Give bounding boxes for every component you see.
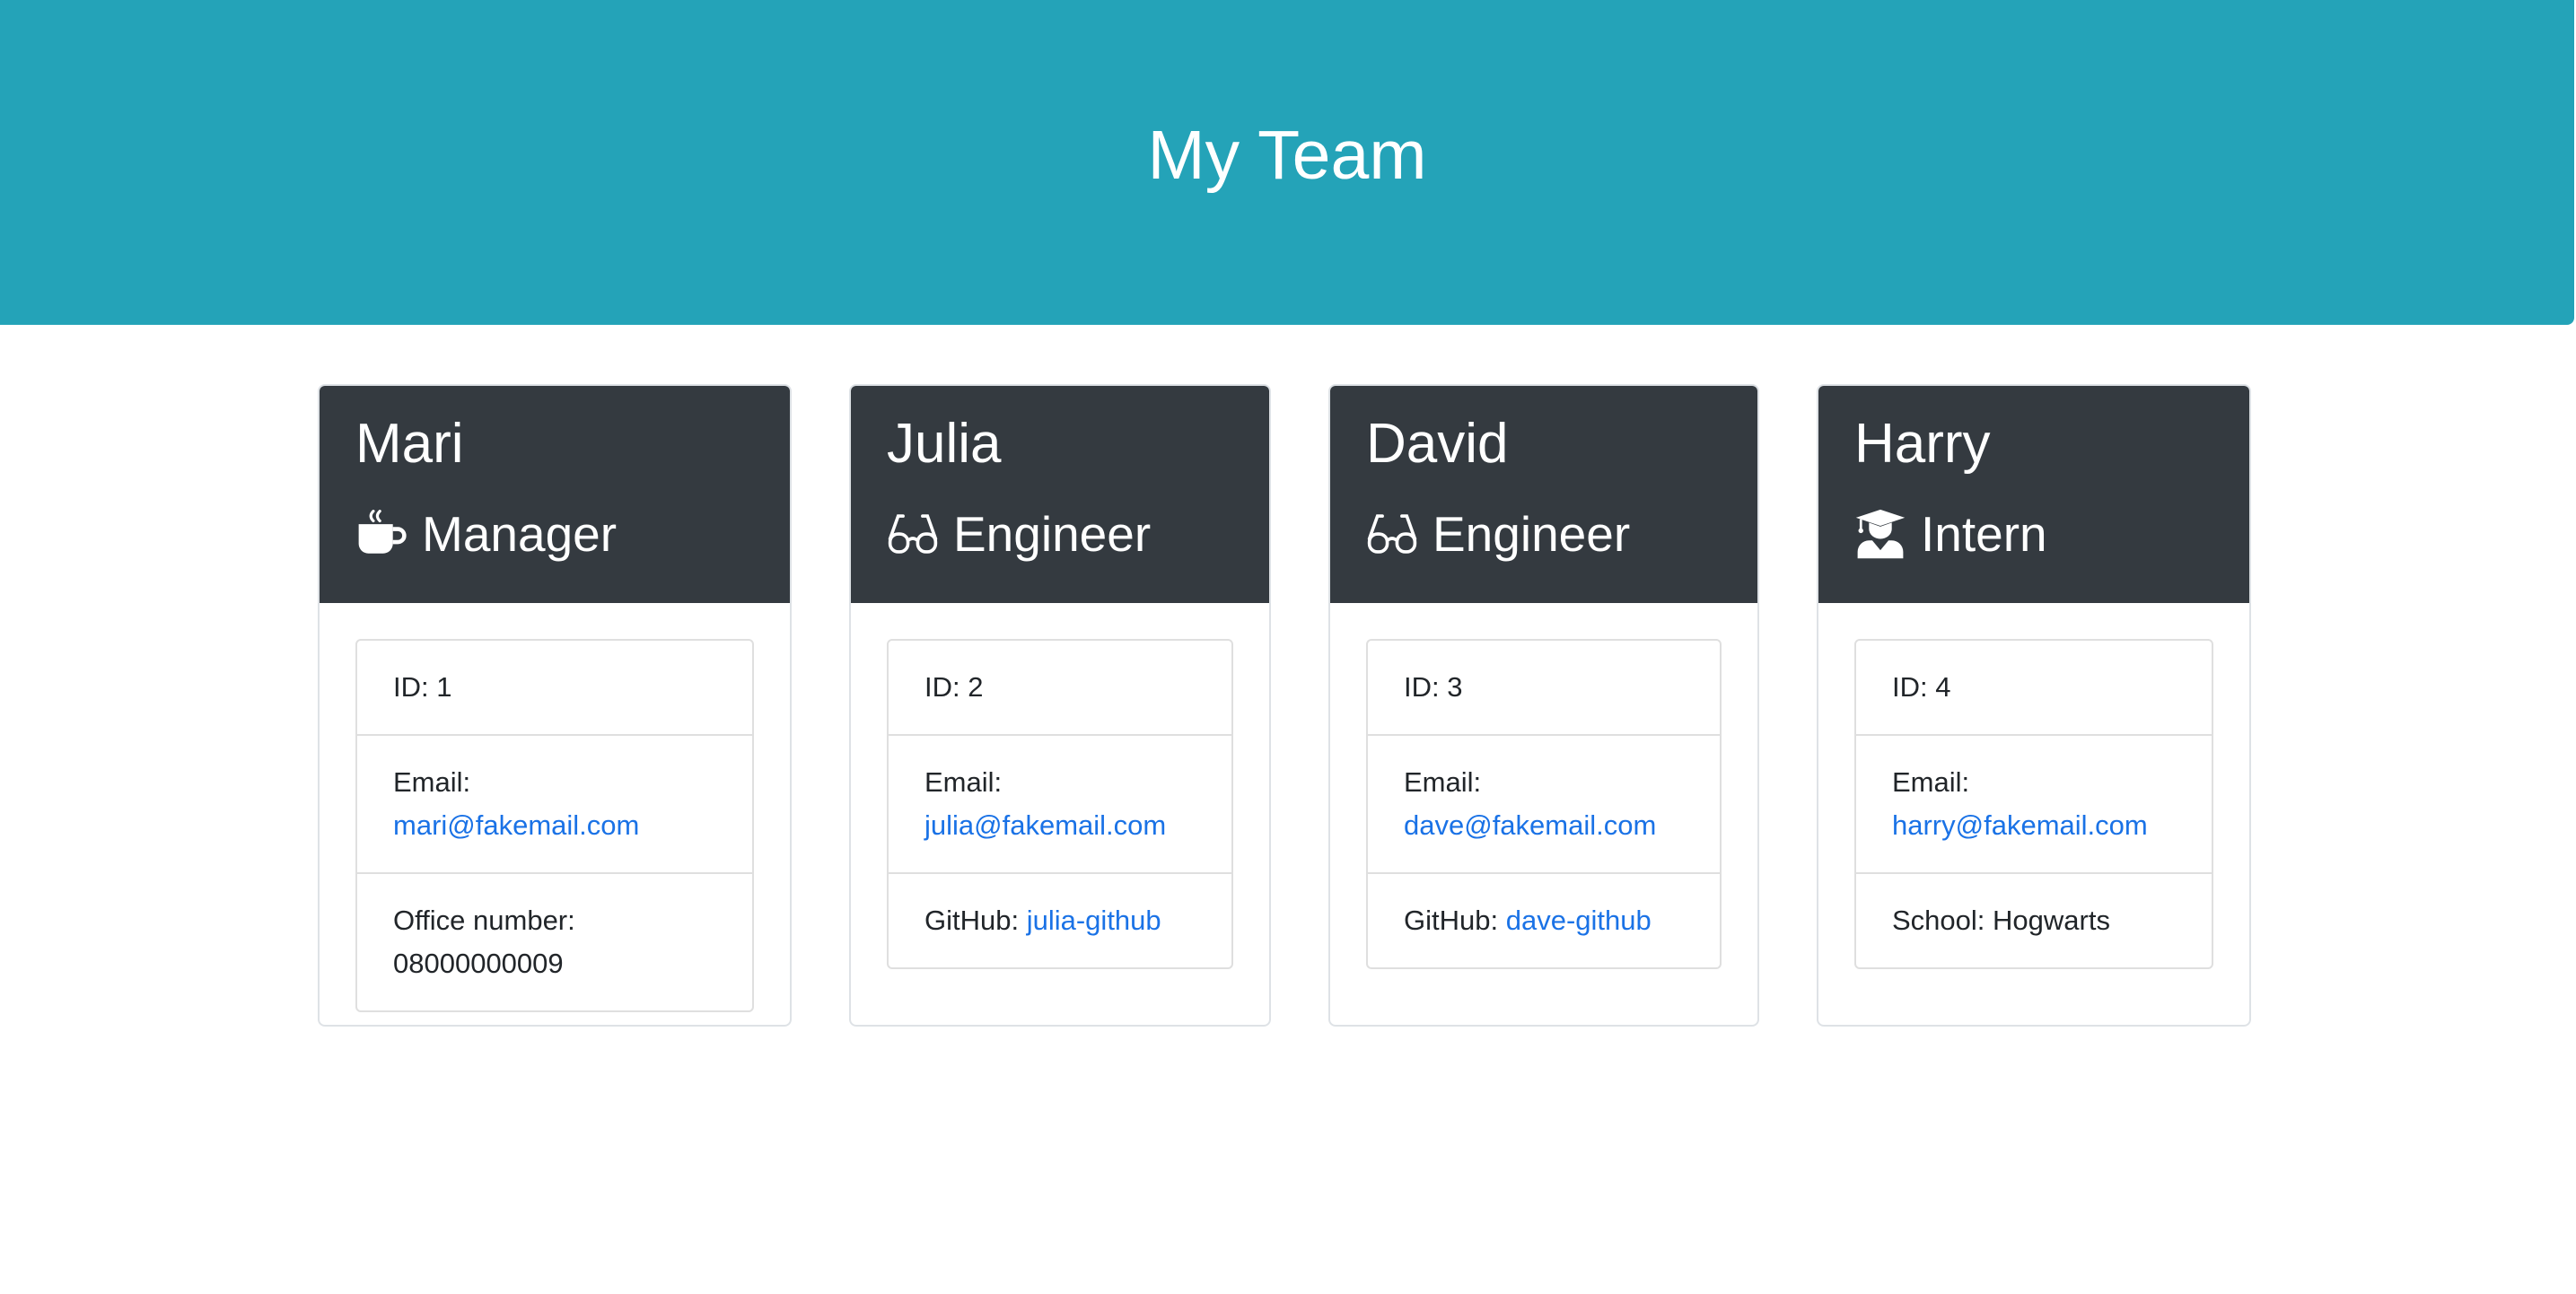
github-label: GitHub: <box>1404 905 1506 936</box>
glasses-icon <box>888 514 938 554</box>
member-email-row: Email: julia@fakemail.com <box>889 734 1231 872</box>
role-label: Manager <box>422 505 618 562</box>
school-value: Hogwarts <box>1993 905 2110 936</box>
team-member-card: Julia Engineer ID: 2 Email: julia@fakema… <box>849 384 1271 1027</box>
office-number-value: 08000000009 <box>393 948 564 979</box>
email-link[interactable]: dave@fakemail.com <box>1404 809 1656 841</box>
email-label: Email: <box>1892 766 1970 798</box>
office-number-label: Office number: <box>393 905 575 936</box>
member-details: ID: 3 Email: dave@fakemail.com GitHub: d… <box>1366 639 1722 969</box>
member-role: Engineer <box>1366 508 1722 560</box>
member-email-row: Email: mari@fakemail.com <box>357 734 752 872</box>
team-member-card: David Engineer ID: 3 Email: dave@fakemai… <box>1328 384 1759 1027</box>
office-number-row: Office number: 08000000009 <box>357 872 752 1010</box>
member-id: ID: 2 <box>924 671 984 703</box>
member-id: ID: 4 <box>1892 671 1951 703</box>
email-label: Email: <box>1404 766 1482 798</box>
member-id: ID: 3 <box>1404 671 1463 703</box>
page-title: My Team <box>1147 116 1427 194</box>
email-link[interactable]: harry@fakemail.com <box>1892 809 2148 841</box>
team-member-card: Mari Manager ID: 1 Email: mari@fakemail.… <box>318 384 792 1027</box>
member-email-row: Email: harry@fakemail.com <box>1856 734 2212 872</box>
member-name: Mari <box>355 413 464 475</box>
role-label: Engineer <box>953 505 1152 562</box>
email-label: Email: <box>924 766 1003 798</box>
graduate-icon <box>1855 509 1906 559</box>
member-name: Julia <box>887 413 1002 475</box>
github-row: GitHub: dave-github <box>1368 872 1720 967</box>
card-header: Harry Intern <box>1818 386 2249 603</box>
team-member-card: Harry Intern ID: 4 Email: harry@fakemail… <box>1817 384 2251 1027</box>
member-role: Intern <box>1854 508 2213 560</box>
email-link[interactable]: mari@fakemail.com <box>393 809 639 841</box>
glasses-icon <box>1367 514 1417 554</box>
school-label: School: <box>1892 905 1993 936</box>
role-label: Intern <box>1921 505 2047 562</box>
card-header: Mari Manager <box>320 386 790 603</box>
member-email-row: Email: dave@fakemail.com <box>1368 734 1720 872</box>
email-label: Email: <box>393 766 471 798</box>
member-id: ID: 1 <box>393 671 452 703</box>
school-row: School: Hogwarts <box>1856 872 2212 967</box>
member-role: Manager <box>355 508 754 560</box>
member-details: ID: 1 Email: mari@fakemail.com Office nu… <box>355 639 754 1012</box>
github-link[interactable]: dave-github <box>1506 905 1652 936</box>
card-header: David Engineer <box>1330 386 1757 603</box>
page-header: My Team <box>0 0 2574 325</box>
card-header: Julia Engineer <box>851 386 1269 603</box>
member-details: ID: 4 Email: harry@fakemail.com School: … <box>1854 639 2213 969</box>
github-link[interactable]: julia-github <box>1027 905 1161 936</box>
member-details: ID: 2 Email: julia@fakemail.com GitHub: … <box>887 639 1233 969</box>
github-label: GitHub: <box>924 905 1027 936</box>
github-row: GitHub: julia-github <box>889 872 1231 967</box>
role-label: Engineer <box>1433 505 1631 562</box>
email-link[interactable]: julia@fakemail.com <box>924 809 1166 841</box>
member-name: David <box>1366 413 1509 475</box>
member-role: Engineer <box>887 508 1233 560</box>
member-name: Harry <box>1854 413 1991 475</box>
coffee-icon <box>358 510 407 554</box>
